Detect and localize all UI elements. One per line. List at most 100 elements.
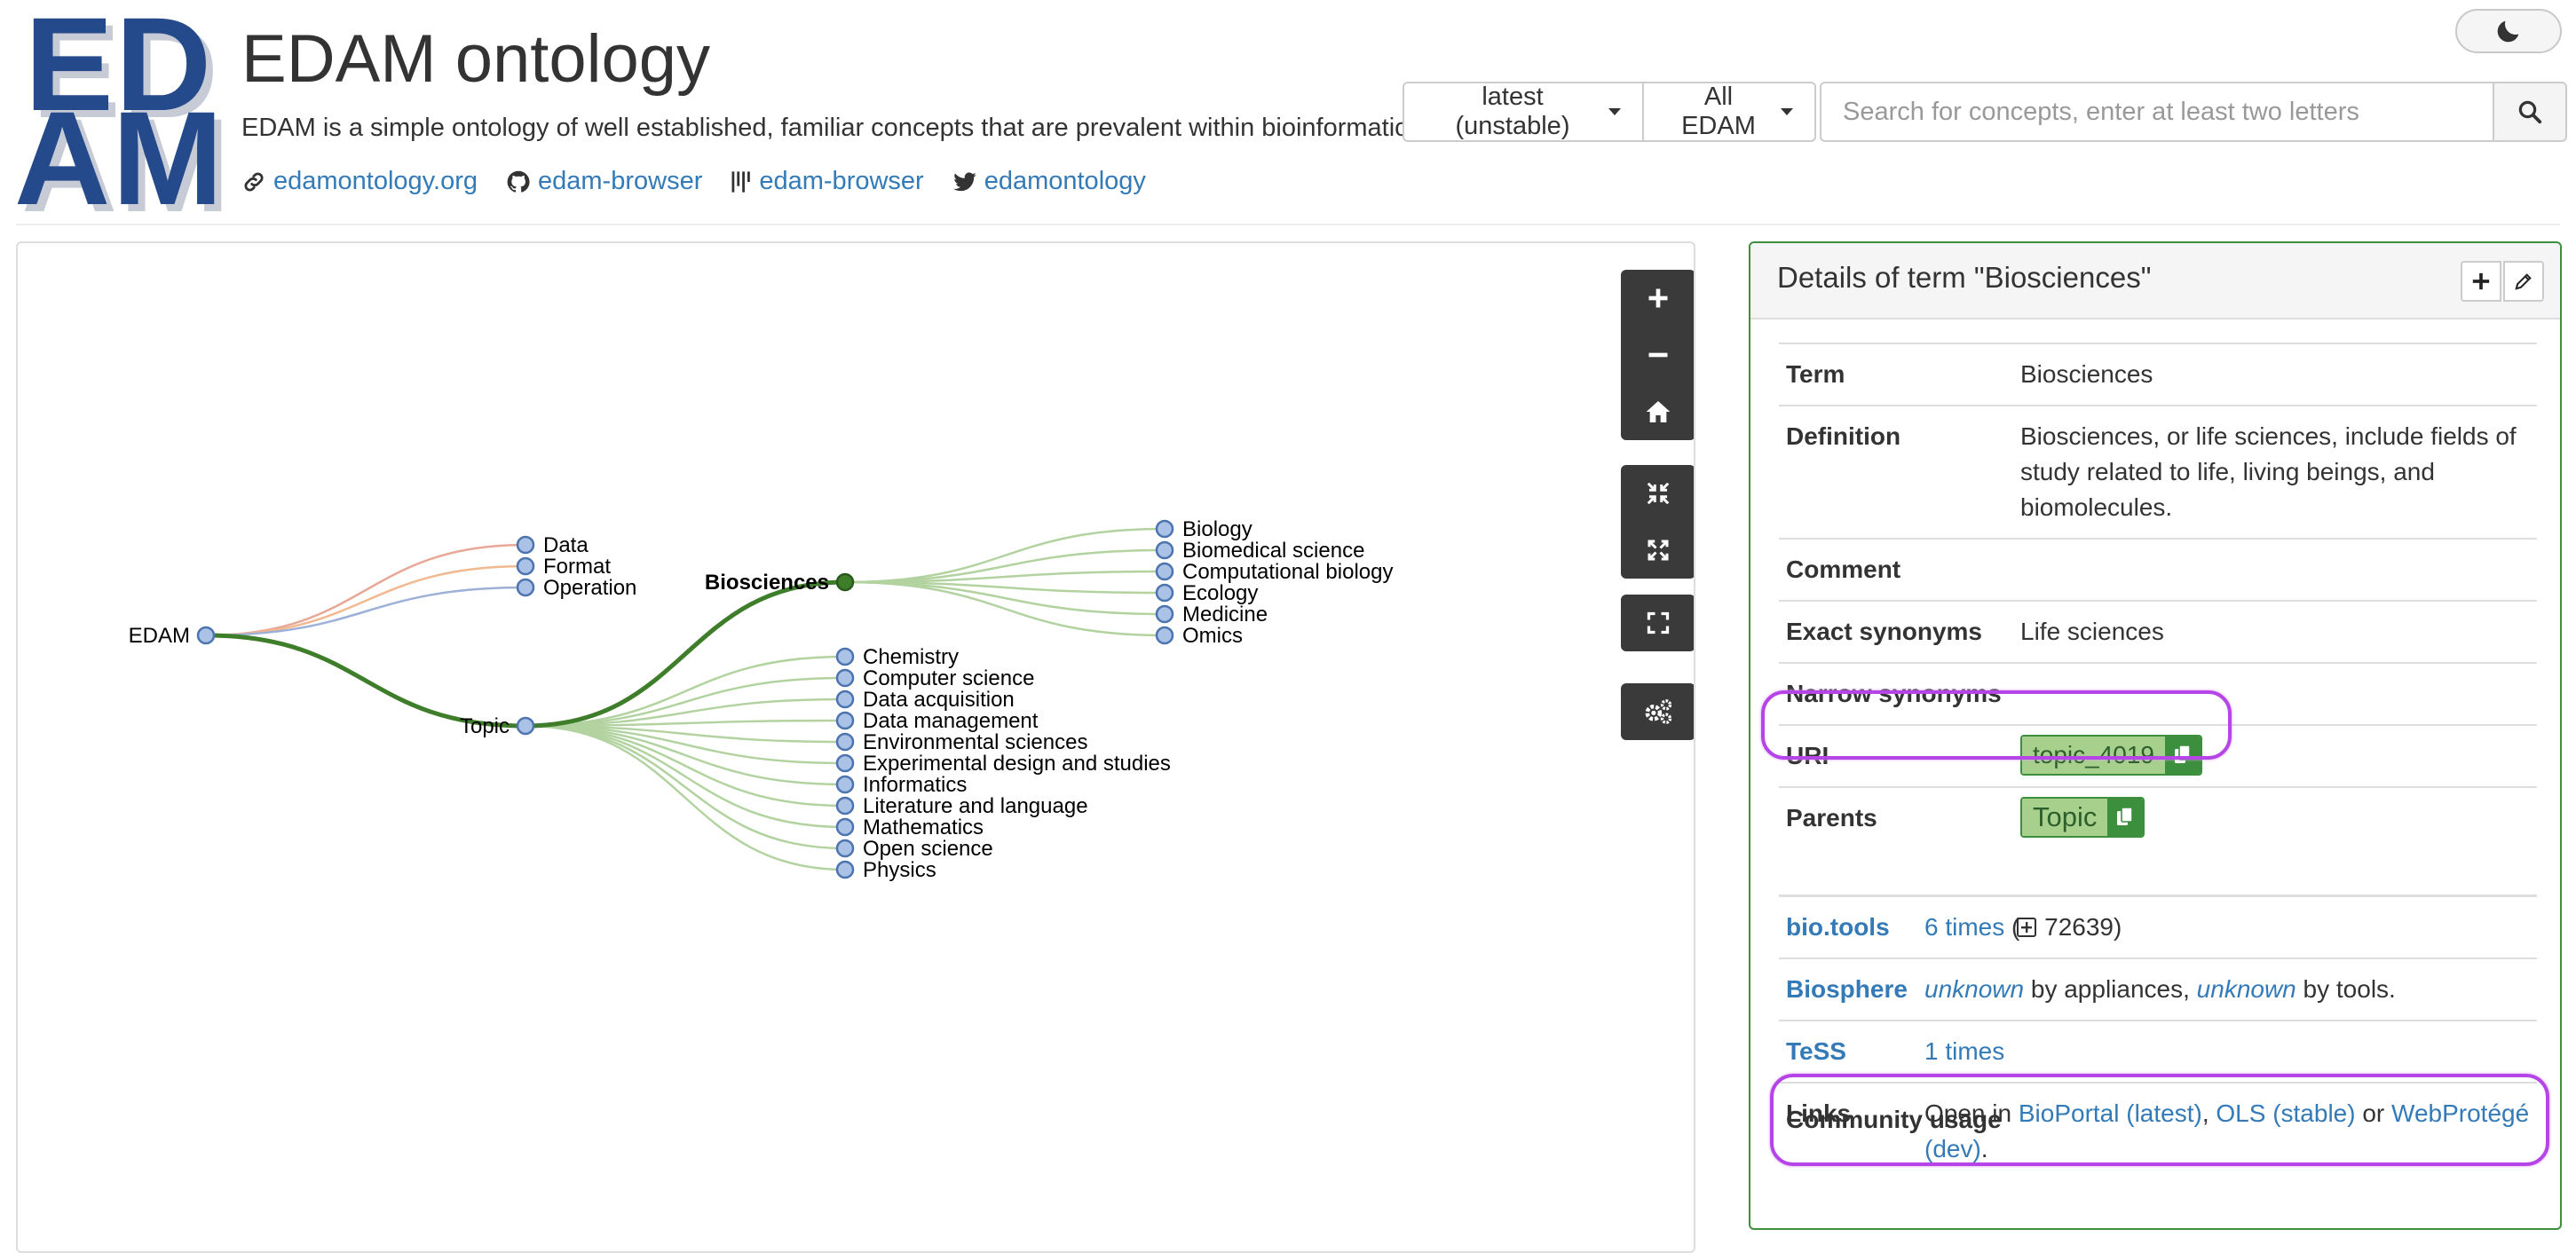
tree-node-label[interactable]: Ecology [1182,581,1258,605]
expand-all-button[interactable] [1621,522,1694,579]
tree-node[interactable]: Medicine [1155,603,1268,626]
tree-node[interactable]: Format [516,555,611,579]
parent-badge[interactable]: Topic [2020,797,2145,838]
tree-node-label[interactable]: Data acquisition [863,688,1015,712]
tree-node-label[interactable]: Environmental sciences [863,730,1087,754]
tree-node-label[interactable]: Informatics [863,773,967,797]
tree-node[interactable]: Chemistry [835,645,959,669]
tree-node-circle[interactable] [835,711,855,730]
tree-node-label[interactable]: Format [543,555,611,579]
theme-toggle-button[interactable] [2455,9,2562,53]
collapse-all-button[interactable] [1621,465,1694,522]
tree-node[interactable]: Data acquisition [835,688,1015,712]
tree-node-circle[interactable] [516,535,535,555]
edam-logo[interactable]: ED AM [14,0,224,225]
tree-node[interactable]: Computational biology [1155,560,1393,584]
reset-view-button[interactable] [1621,383,1694,440]
tree-node[interactable]: Environmental sciences [835,730,1087,754]
tree-node-circle[interactable] [835,817,855,837]
plus-icon [2472,272,2490,290]
tree-node-label[interactable]: Biology [1182,517,1252,541]
tree-node-circle[interactable] [1155,519,1174,539]
tree-node-label[interactable]: Experimental design and studies [863,752,1171,776]
biotools-times-link[interactable]: 6 times [1924,913,2004,941]
tree-node[interactable]: Topic [460,714,535,738]
tree-node-label[interactable]: Literature and language [863,794,1088,818]
tree-node[interactable]: Open science [835,837,993,861]
tree-node-circle[interactable] [1155,626,1174,645]
tree-node[interactable]: Omics [1155,624,1243,648]
biosphere-appliances-link[interactable]: unknown [1924,975,2024,1003]
tree-node[interactable]: Literature and language [835,794,1088,818]
tree-node-label[interactable]: Open science [863,837,993,861]
zoom-in-button[interactable] [1621,270,1694,327]
copy-parent-button[interactable] [2107,799,2144,836]
settings-button[interactable] [1621,683,1694,740]
tree-node-circle[interactable] [835,732,855,752]
tree-node-circle[interactable] [1155,540,1174,560]
tree-node-label[interactable]: Chemistry [863,645,959,669]
tree-node-label[interactable]: Mathematics [863,816,984,839]
edamontology-link[interactable]: edamontology.org [241,167,478,196]
zoom-out-button[interactable] [1621,327,1694,383]
tree-node[interactable]: Biomedical science [1155,539,1364,563]
tree-node-label[interactable]: Operation [543,576,636,600]
parent-value[interactable]: Topic [2022,799,2108,836]
tree-node-circle[interactable] [835,690,855,709]
tree-node[interactable]: Operation [516,576,636,600]
tree-node-circle[interactable] [835,572,855,592]
tree-node-label[interactable]: Medicine [1182,603,1268,626]
tree-node-label[interactable]: Data management [863,709,1039,733]
tree-node-label[interactable]: Physics [863,858,936,882]
github-link[interactable]: edam-browser [506,167,702,196]
tree-node-circle[interactable] [1155,583,1174,603]
tree-node-label[interactable]: EDAM [129,624,190,648]
tree-node-circle[interactable] [835,839,855,858]
tree-node-circle[interactable] [835,796,855,816]
tree-node-circle[interactable] [835,753,855,773]
tree-node[interactable]: Biology [1155,517,1252,541]
tree-node-circle[interactable] [835,668,855,688]
tree-node-circle[interactable] [196,626,216,645]
tree-node-circle[interactable] [835,775,855,794]
tree-node-circle[interactable] [1155,604,1174,624]
tree-node[interactable]: Informatics [835,773,967,797]
tess-times-link[interactable]: 1 times [1924,1037,2004,1065]
add-term-button[interactable] [2461,261,2501,302]
tree-panel[interactable]: EDAM Data Format Operation Topic Chemistry Com… [16,241,1695,1253]
twitter-link[interactable]: edamontology [952,167,1146,196]
tree-node-circle[interactable] [516,556,535,576]
tree-node-label[interactable]: Data [543,533,589,557]
tree-node[interactable]: Mathematics [835,816,984,839]
tree-node[interactable]: Physics [835,858,936,882]
tree-node[interactable]: Computer science [835,666,1034,690]
tree-node[interactable]: Ecology [1155,581,1258,605]
tree-node-label[interactable]: Computer science [863,666,1034,690]
tree-node[interactable]: EDAM [129,624,216,648]
tree-node-circle[interactable] [835,647,855,666]
tree-node-label[interactable]: Biomedical science [1182,539,1364,563]
biotools-link[interactable]: bio.tools [1779,894,1917,958]
tree-node-circle[interactable] [1155,562,1174,581]
version-select[interactable]: latest (unstable) [1403,82,1644,142]
scope-select[interactable]: All EDAM [1644,82,1816,142]
search-button[interactable] [2494,82,2567,142]
tree-node[interactable]: Data management [835,709,1039,733]
tree-node-circle[interactable] [835,860,855,879]
biosphere-link[interactable]: Biosphere [1779,957,1917,1021]
tree-node[interactable]: Data [516,533,589,557]
tree-node-circle[interactable] [516,716,535,736]
fullscreen-button[interactable] [1621,595,1694,651]
tree-node[interactable]: Experimental design and studies [835,752,1171,776]
search-input[interactable] [1820,82,2494,142]
tree-node-label[interactable]: Biosciences [705,571,829,595]
edit-term-button[interactable] [2503,261,2544,302]
tree-node-circle[interactable] [516,578,535,597]
biotools-link[interactable]: edam-browser [731,167,924,196]
ontology-tree[interactable]: EDAMDataFormatOperationTopicChemistryCom… [18,243,1695,1253]
term-details-table: Term Biosciences Definition Biosciences,… [1779,343,2537,848]
tree-node-label[interactable]: Topic [460,714,510,738]
tree-node-label[interactable]: Computational biology [1182,560,1393,584]
biosphere-tools-link[interactable]: unknown [2197,975,2296,1003]
tree-node-label[interactable]: Omics [1182,624,1243,648]
